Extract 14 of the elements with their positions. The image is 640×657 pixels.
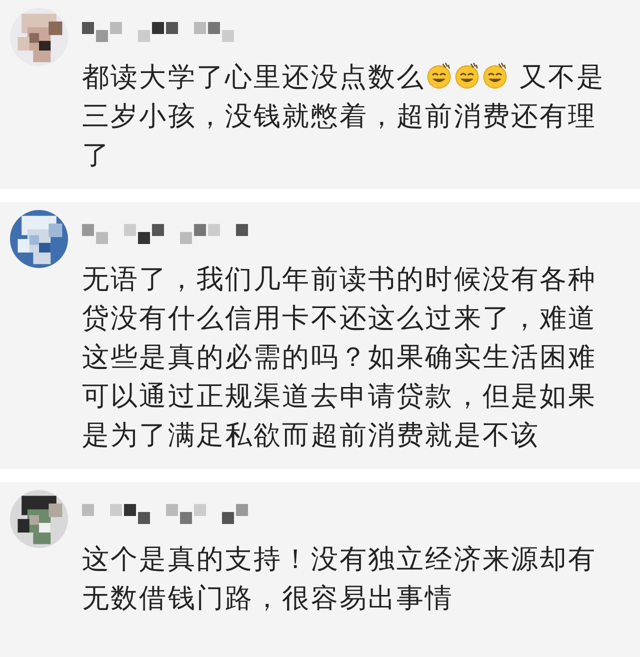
grinning-face-icon: [425, 62, 454, 90]
comment-text: 都读大学了心里还没点数么: [82, 62, 426, 93]
comment-text: 无语了，我们几年前读书的时候没有各种: [82, 264, 597, 295]
comment-text: 三岁小孩，没钱就憋着，超前消费还有理: [82, 101, 597, 132]
comment-text: 是为了满足私欲而超前消费就是不该: [82, 420, 540, 451]
grinning-face-icon: [453, 62, 482, 90]
comment-text: 这个是真的支持！没有独立经济来源却有: [82, 544, 597, 575]
grinning-face-icon: [481, 62, 510, 90]
comment-text: 了: [82, 140, 111, 171]
comment-text: 无数借钱门路，很容易出事情: [82, 583, 454, 614]
comment-text: 这些是真的必需的吗？如果确实生活困难: [82, 342, 597, 373]
comment-text: 可以通过正规渠道去申请贷款，但是如果: [82, 381, 597, 412]
comment-text: 贷没有什么信用卡不还这么过来了，难道: [82, 303, 597, 334]
comment-text: 又不是: [518, 62, 606, 93]
